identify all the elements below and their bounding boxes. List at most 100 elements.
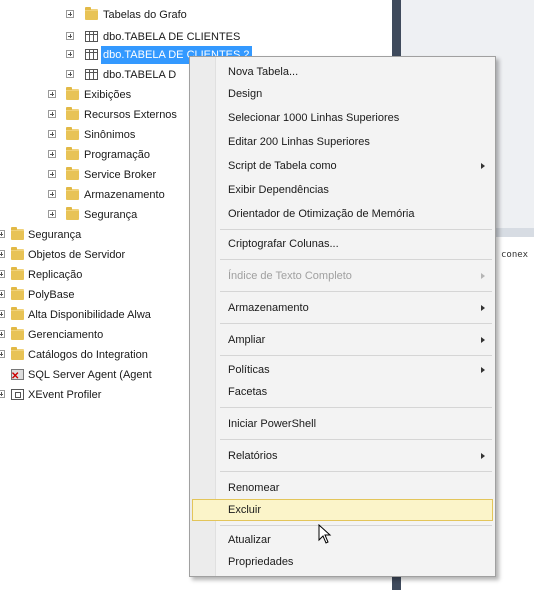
tree-item-label: PolyBase — [28, 289, 75, 301]
expand-icon[interactable] — [0, 330, 5, 338]
submenu-arrow-icon — [481, 367, 485, 373]
menu-item-criptografar-colunas[interactable]: Criptografar Colunas... — [192, 233, 493, 255]
menu-item-editar-200[interactable]: Editar 200 Linhas Superiores — [192, 131, 493, 153]
expand-icon[interactable] — [48, 210, 56, 218]
folder-icon — [66, 87, 79, 100]
menu-item-selecionar-1000[interactable]: Selecionar 1000 Linhas Superiores — [192, 107, 493, 129]
menu-item-label: Iniciar PowerShell — [228, 418, 317, 430]
menu-item-label: Políticas — [228, 364, 270, 376]
expand-icon[interactable] — [66, 50, 74, 58]
partial-text: conex — [501, 250, 529, 260]
menu-separator — [220, 439, 492, 440]
menu-item-propriedades[interactable]: Propriedades — [192, 551, 493, 573]
expand-icon[interactable] — [66, 70, 74, 78]
context-menu[interactable]: Nova Tabela... Design Selecionar 1000 Li… — [189, 56, 496, 577]
folder-icon — [11, 327, 24, 340]
tree-item-label: Service Broker — [84, 169, 157, 181]
expand-icon[interactable] — [48, 130, 56, 138]
menu-item-design[interactable]: Design — [192, 83, 493, 105]
menu-separator — [220, 323, 492, 324]
table-icon — [85, 49, 98, 60]
folder-icon — [11, 227, 24, 240]
expand-icon[interactable] — [0, 250, 5, 258]
menu-item-label: Ampliar — [228, 334, 266, 346]
folder-icon — [11, 267, 24, 280]
menu-separator — [220, 229, 492, 230]
menu-item-armazenamento[interactable]: Armazenamento — [192, 297, 493, 319]
menu-item-politicas[interactable]: Políticas — [192, 359, 493, 381]
menu-item-facetas[interactable]: Facetas — [192, 381, 493, 403]
folder-icon — [66, 127, 79, 140]
tree-item-label: Alta Disponibilidade Alwa — [28, 309, 151, 321]
menu-item-label: Design — [228, 88, 263, 100]
menu-separator — [220, 471, 492, 472]
menu-item-exibir-dependencias[interactable]: Exibir Dependências — [192, 179, 493, 201]
menu-item-label: Nova Tabela... — [228, 66, 299, 78]
menu-item-renomear[interactable]: Renomear — [192, 477, 493, 499]
menu-item-label: Armazenamento — [228, 302, 309, 314]
folder-icon — [11, 247, 24, 260]
menu-item-label: Facetas — [228, 386, 268, 398]
menu-item-iniciar-powershell[interactable]: Iniciar PowerShell — [192, 413, 493, 435]
expand-icon[interactable] — [0, 290, 5, 298]
menu-item-label: Relatórios — [228, 450, 278, 462]
submenu-arrow-icon — [481, 163, 485, 169]
menu-item-orientador-otimizacao[interactable]: Orientador de Otimização de Memória — [192, 203, 493, 225]
menu-item-label: Criptografar Colunas... — [228, 238, 339, 250]
tree-item-label: Recursos Externos — [84, 109, 177, 121]
folder-icon — [66, 207, 79, 220]
folder-icon — [85, 7, 98, 20]
expand-icon[interactable] — [66, 10, 74, 18]
menu-item-label: Exibir Dependências — [228, 184, 329, 196]
expand-icon[interactable] — [0, 390, 5, 398]
tree-item-label: Catálogos do Integration — [28, 349, 148, 361]
folder-icon — [11, 347, 24, 360]
submenu-arrow-icon — [481, 453, 485, 459]
menu-item-label: Propriedades — [228, 556, 294, 568]
expand-icon[interactable] — [0, 310, 5, 318]
folder-icon — [66, 107, 79, 120]
folder-icon — [66, 167, 79, 180]
submenu-arrow-icon — [481, 337, 485, 343]
folder-icon — [11, 287, 24, 300]
tree-item-label: Gerenciamento — [28, 329, 104, 341]
menu-separator — [220, 355, 492, 356]
menu-item-label: Excluir — [228, 504, 262, 516]
expand-icon[interactable] — [0, 230, 5, 238]
table-icon — [85, 69, 98, 80]
menu-separator — [220, 407, 492, 408]
menu-separator — [220, 291, 492, 292]
menu-item-nova-tabela[interactable]: Nova Tabela... — [192, 61, 493, 83]
submenu-arrow-icon — [481, 273, 485, 279]
menu-item-indice-texto-completo: Índice de Texto Completo — [192, 265, 493, 287]
menu-item-atualizar[interactable]: Atualizar — [192, 529, 493, 551]
table-icon — [85, 31, 98, 42]
menu-item-label: Renomear — [228, 482, 280, 494]
expand-icon[interactable] — [48, 150, 56, 158]
tree-item-label: Sinônimos — [84, 129, 136, 141]
expand-icon[interactable] — [0, 270, 5, 278]
menu-item-label: Orientador de Otimização de Memória — [228, 208, 415, 220]
tree-item-label: Exibições — [84, 89, 132, 101]
menu-item-excluir[interactable]: Excluir — [192, 499, 493, 521]
tree-item-label: Objetos de Servidor — [28, 249, 126, 261]
expand-icon[interactable] — [0, 350, 5, 358]
submenu-arrow-icon — [481, 305, 485, 311]
tree-item-label: Segurança — [28, 229, 82, 241]
menu-separator — [220, 259, 492, 260]
tree-item-label: Tabelas do Grafo — [103, 9, 187, 21]
expand-icon[interactable] — [48, 190, 56, 198]
tree-item-label: Segurança — [84, 209, 138, 221]
tree-item-label: Armazenamento — [84, 189, 165, 201]
tree-item-label: SQL Server Agent (Agent — [28, 369, 152, 381]
menu-item-relatorios[interactable]: Relatórios — [192, 445, 493, 467]
folder-icon — [66, 187, 79, 200]
expand-icon[interactable] — [48, 110, 56, 118]
xevent-icon — [11, 389, 24, 400]
menu-item-script-tabela[interactable]: Script de Tabela como — [192, 155, 493, 177]
tree-item-label: Programação — [84, 149, 151, 161]
menu-item-ampliar[interactable]: Ampliar — [192, 329, 493, 351]
expand-icon[interactable] — [48, 90, 56, 98]
expand-icon[interactable] — [48, 170, 56, 178]
expand-icon[interactable] — [66, 32, 74, 40]
